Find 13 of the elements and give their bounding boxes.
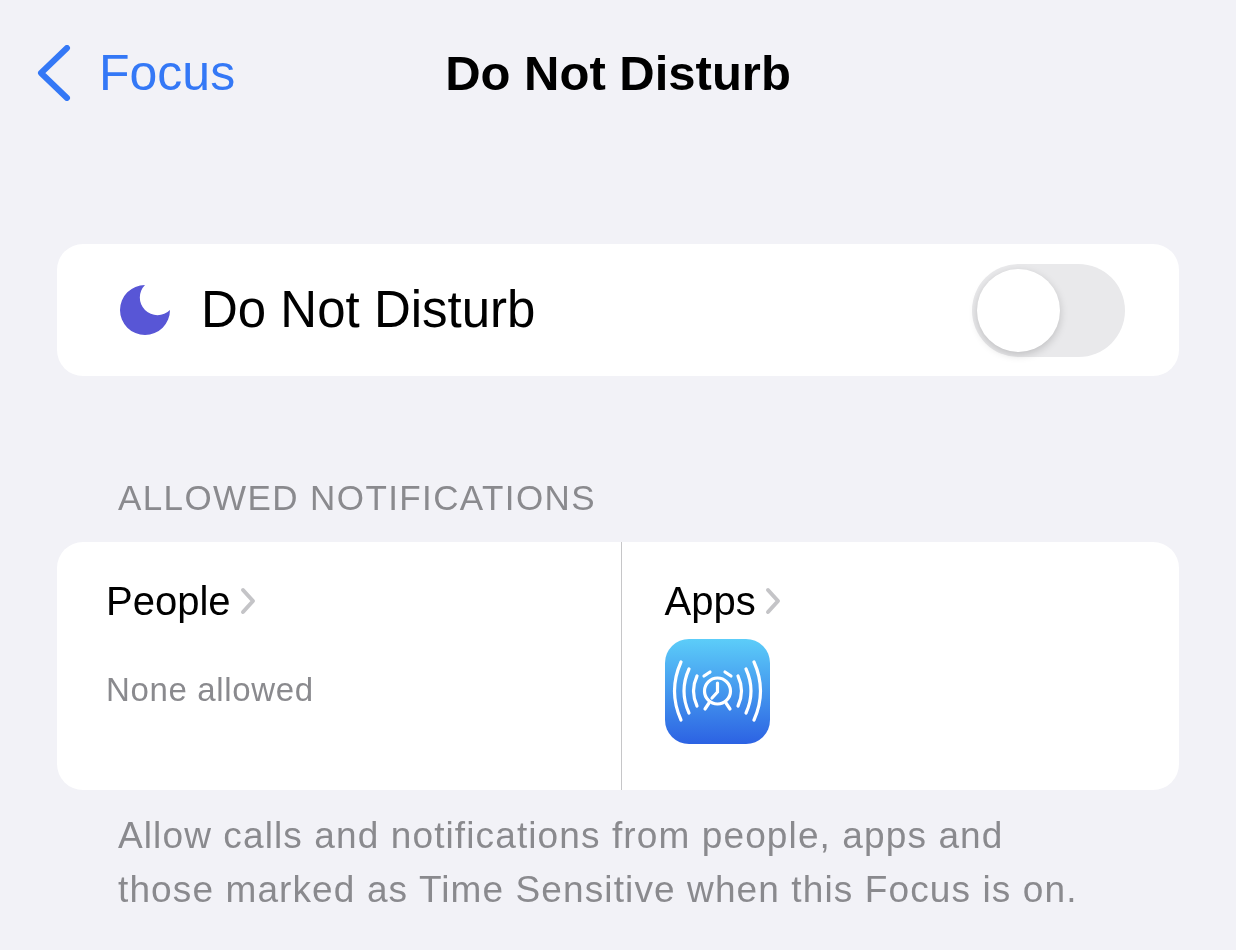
page-title: Do Not Disturb: [445, 45, 791, 102]
moon-icon: [120, 285, 170, 335]
section-header: ALLOWED NOTIFICATIONS: [118, 478, 596, 518]
footer-text: Allow calls and notifications from people, apps and those marked as Time Sensitive when this Focus is on.: [118, 814, 1079, 912]
chevron-right-icon: [764, 587, 781, 615]
focus-label: Do Not Disturb: [201, 280, 536, 340]
back-button[interactable]: Focus: [37, 43, 236, 103]
chevron-right-icon: [239, 587, 256, 615]
chevron-left-icon: [37, 45, 71, 101]
category-link[interactable]: Apps: [664, 577, 781, 625]
detail-text: None allowed: [106, 670, 314, 710]
alarm-clock-app-icon[interactable]: [664, 639, 770, 744]
category-link[interactable]: People: [106, 577, 256, 625]
